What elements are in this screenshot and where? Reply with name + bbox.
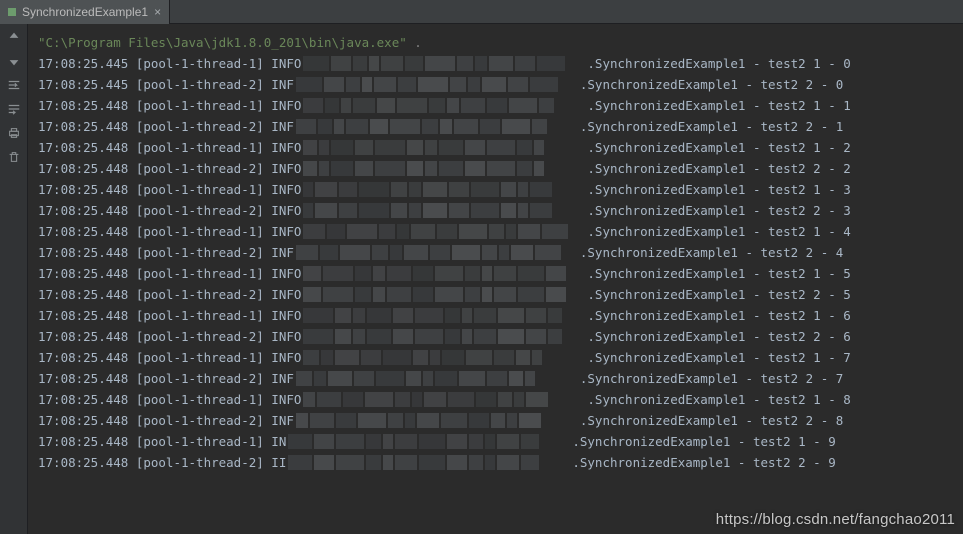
log-right: .SynchronizedExample1 - test2 1 - 0: [587, 53, 850, 74]
log-right: .SynchronizedExample1 - test2 2 - 2: [587, 158, 850, 179]
log-right: .SynchronizedExample1 - test2 2 - 5: [587, 284, 850, 305]
pixelated-region: [303, 53, 583, 74]
trash-icon[interactable]: [7, 150, 21, 164]
log-right: .SynchronizedExample1 - test2 2 - 8: [580, 410, 843, 431]
log-left: 17:08:25.448 [pool-1-thread-2] INF: [38, 410, 294, 431]
log-line: 17:08:25.448 [pool-1-thread-2] INFO .Sync…: [38, 200, 953, 221]
log-line: 17:08:25.445 [pool-1-thread-1] INFO .Sync…: [38, 53, 953, 74]
close-icon[interactable]: ×: [154, 5, 161, 19]
pixelated-region: [296, 368, 576, 389]
log-left: 17:08:25.448 [pool-1-thread-1] INFO: [38, 389, 301, 410]
pixelated-region: [296, 242, 576, 263]
pixelated-region: [303, 263, 583, 284]
log-right: .SynchronizedExample1 - test2 1 - 9: [572, 431, 835, 452]
log-line: 17:08:25.448 [pool-1-thread-2] INFO .Sync…: [38, 284, 953, 305]
log-left: 17:08:25.445 [pool-1-thread-2] INF: [38, 74, 294, 95]
log-right: .SynchronizedExample1 - test2 1 - 5: [587, 263, 850, 284]
log-line: 17:08:25.448 [pool-1-thread-1] INFO .Sync…: [38, 347, 953, 368]
log-right: .SynchronizedExample1 - test2 2 - 1: [580, 116, 843, 137]
pixelated-region: [288, 452, 568, 473]
log-line: 17:08:25.448 [pool-1-thread-2] II .Synchr…: [38, 452, 953, 473]
log-left: 17:08:25.448 [pool-1-thread-2] INFO: [38, 284, 301, 305]
log-line: 17:08:25.448 [pool-1-thread-1] INFO .Sync…: [38, 137, 953, 158]
log-left: 17:08:25.448 [pool-1-thread-2] INF: [38, 368, 294, 389]
log-line: 17:08:25.448 [pool-1-thread-1] INFO .Sync…: [38, 305, 953, 326]
log-line: 17:08:25.448 [pool-1-thread-2] INF .Synch…: [38, 242, 953, 263]
log-right: .SynchronizedExample1 - test2 1 - 4: [587, 221, 850, 242]
log-left: 17:08:25.448 [pool-1-thread-1] INFO: [38, 137, 301, 158]
print-icon[interactable]: [7, 126, 21, 140]
pixelated-region: [303, 200, 583, 221]
log-right: .SynchronizedExample1 - test2 1 - 7: [587, 347, 850, 368]
pixelated-region: [303, 326, 583, 347]
log-left: 17:08:25.448 [pool-1-thread-1] INFO: [38, 221, 301, 242]
console-output[interactable]: "C:\Program Files\Java\jdk1.8.0_201\bin\…: [28, 24, 963, 534]
log-left: 17:08:25.448 [pool-1-thread-1] INFO: [38, 263, 301, 284]
log-left: 17:08:25.448 [pool-1-thread-2] INF: [38, 116, 294, 137]
up-arrow-icon[interactable]: [7, 30, 21, 44]
log-left: 17:08:25.448 [pool-1-thread-1] INFO: [38, 179, 301, 200]
wrap-icon-2[interactable]: [7, 102, 21, 116]
log-left: 17:08:25.448 [pool-1-thread-2] INF: [38, 242, 294, 263]
pixelated-region: [303, 179, 583, 200]
log-line: 17:08:25.448 [pool-1-thread-1] INFO .Sync…: [38, 221, 953, 242]
log-lines: 17:08:25.445 [pool-1-thread-1] INFO .Sync…: [38, 53, 953, 473]
log-line: 17:08:25.448 [pool-1-thread-2] INFO .Sync…: [38, 326, 953, 347]
log-right: .SynchronizedExample1 - test2 2 - 9: [572, 452, 835, 473]
pixelated-region: [303, 305, 583, 326]
log-right: .SynchronizedExample1 - test2 2 - 3: [587, 200, 850, 221]
pixelated-region: [303, 137, 583, 158]
tab-run-config[interactable]: SynchronizedExample1 ×: [0, 0, 170, 24]
pixelated-region: [303, 347, 583, 368]
pixelated-region: [303, 158, 583, 179]
log-line: 17:08:25.448 [pool-1-thread-2] INF .Synch…: [38, 410, 953, 431]
log-line: 17:08:25.448 [pool-1-thread-1] IN .Synchr…: [38, 431, 953, 452]
log-left: 17:08:25.448 [pool-1-thread-1] INFO: [38, 95, 301, 116]
log-left: 17:08:25.448 [pool-1-thread-1] INFO: [38, 347, 301, 368]
log-right: .SynchronizedExample1 - test2 1 - 8: [587, 389, 850, 410]
log-right: .SynchronizedExample1 - test2 2 - 4: [580, 242, 843, 263]
log-left: 17:08:25.445 [pool-1-thread-1] INFO: [38, 53, 301, 74]
log-line: 17:08:25.448 [pool-1-thread-2] INFO .Sync…: [38, 158, 953, 179]
log-right: .SynchronizedExample1 - test2 2 - 6: [587, 326, 850, 347]
log-left: 17:08:25.448 [pool-1-thread-2] II: [38, 452, 286, 473]
log-left: 17:08:25.448 [pool-1-thread-2] INFO: [38, 326, 301, 347]
log-line: 17:08:25.448 [pool-1-thread-1] INFO .Sync…: [38, 389, 953, 410]
log-left: 17:08:25.448 [pool-1-thread-2] INFO: [38, 158, 301, 179]
log-left: 17:08:25.448 [pool-1-thread-1] INFO: [38, 305, 301, 326]
pixelated-region: [296, 410, 576, 431]
log-line: 17:08:25.445 [pool-1-thread-2] INF .Synch…: [38, 74, 953, 95]
wrap-icon-1[interactable]: [7, 78, 21, 92]
command-line: "C:\Program Files\Java\jdk1.8.0_201\bin\…: [38, 32, 953, 53]
run-icon: [8, 8, 16, 16]
pixelated-region: [303, 95, 583, 116]
pixelated-region: [296, 74, 576, 95]
log-left: 17:08:25.448 [pool-1-thread-1] IN: [38, 431, 286, 452]
log-line: 17:08:25.448 [pool-1-thread-2] INF .Synch…: [38, 116, 953, 137]
log-right: .SynchronizedExample1 - test2 1 - 6: [587, 305, 850, 326]
pixelated-region: [296, 116, 576, 137]
log-line: 17:08:25.448 [pool-1-thread-1] INFO .Sync…: [38, 95, 953, 116]
console-gutter: [0, 24, 28, 534]
log-right: .SynchronizedExample1 - test2 1 - 2: [587, 137, 850, 158]
log-right: .SynchronizedExample1 - test2 1 - 1: [587, 95, 850, 116]
log-right: .SynchronizedExample1 - test2 2 - 7: [580, 368, 843, 389]
watermark: https://blog.csdn.net/fangchao2011: [716, 509, 955, 530]
pixelated-region: [303, 284, 583, 305]
pixelated-region: [303, 389, 583, 410]
log-line: 17:08:25.448 [pool-1-thread-1] INFO .Sync…: [38, 179, 953, 200]
pixelated-region: [303, 221, 583, 242]
pixelated-region: [288, 431, 568, 452]
log-right: .SynchronizedExample1 - test2 1 - 3: [587, 179, 850, 200]
down-arrow-icon[interactable]: [7, 54, 21, 68]
log-line: 17:08:25.448 [pool-1-thread-1] INFO .Sync…: [38, 263, 953, 284]
tab-bar: SynchronizedExample1 ×: [0, 0, 963, 24]
log-right: .SynchronizedExample1 - test2 2 - 0: [580, 74, 843, 95]
tab-title: SynchronizedExample1: [22, 5, 148, 19]
log-line: 17:08:25.448 [pool-1-thread-2] INF .Synch…: [38, 368, 953, 389]
log-left: 17:08:25.448 [pool-1-thread-2] INFO: [38, 200, 301, 221]
